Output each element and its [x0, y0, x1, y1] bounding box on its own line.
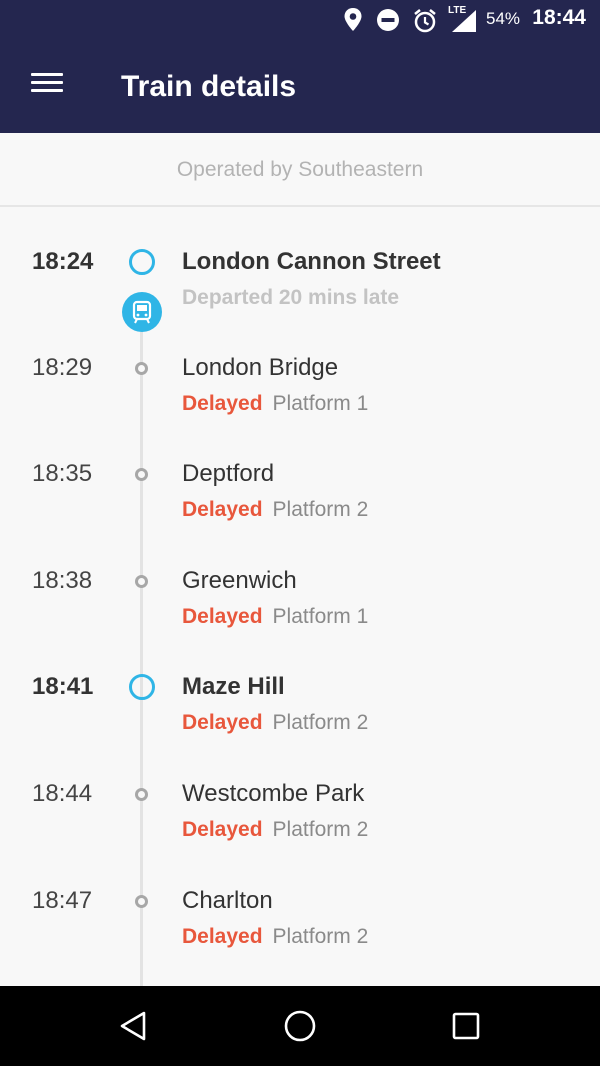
major-stop-marker [129, 249, 155, 275]
platform-label: Platform 2 [272, 925, 369, 948]
stop-row[interactable]: 18:41 Maze Hill Delayed Platform 2 [0, 673, 600, 773]
stop-name: London Cannon Street [182, 248, 441, 275]
stop-row[interactable]: 18:47 Charlton Delayed Platform 2 [0, 887, 600, 987]
stop-name: London Bridge [182, 354, 339, 381]
platform-label: Platform 2 [272, 498, 369, 521]
do-not-disturb-icon [377, 9, 399, 31]
minor-stop-marker [135, 788, 148, 801]
minor-stop-marker [135, 468, 148, 481]
stop-name: Maze Hill [182, 673, 285, 700]
operator-label: Operated by Southeastern [0, 133, 600, 207]
major-stop-marker [129, 674, 155, 700]
minor-stop-marker [135, 895, 148, 908]
platform-label: Platform 2 [272, 711, 369, 734]
minor-stop-marker [135, 362, 148, 375]
recents-icon[interactable] [446, 1006, 486, 1046]
stop-name: Charlton [182, 887, 273, 914]
status-bar: LTE 54% 18:44 [0, 0, 600, 40]
stop-status-line: Departed 20 mins late [182, 286, 399, 310]
delay-status: Delayed [182, 392, 263, 415]
stop-row[interactable]: 18:24 London Cannon Street Departed 20 m… [0, 248, 600, 348]
signal-icon [452, 10, 476, 32]
stop-time: 18:24 [32, 248, 94, 275]
stop-row[interactable]: 18:38 Greenwich Delayed Platform 1 [0, 567, 600, 667]
stop-time: 18:29 [32, 354, 93, 381]
home-icon[interactable] [280, 1006, 320, 1046]
stop-row[interactable]: 18:44 Westcombe Park Delayed Platform 2 [0, 780, 600, 880]
stop-time: 18:41 [32, 673, 94, 700]
stop-row[interactable]: 18:35 Deptford Delayed Platform 2 [0, 460, 600, 560]
stop-name: Greenwich [182, 567, 297, 594]
stop-time: 18:47 [32, 887, 93, 914]
departure-status: Departed 20 mins late [182, 286, 400, 309]
back-icon[interactable] [114, 1006, 154, 1046]
train-icon [122, 292, 162, 332]
stop-row[interactable]: 18:29 London Bridge Delayed Platform 1 [0, 354, 600, 454]
stop-status-line: Delayed Platform 1 [182, 392, 368, 416]
system-nav-bar [0, 986, 600, 1066]
app-bar: Train details [0, 40, 600, 133]
alarm-icon [414, 9, 436, 33]
stop-time: 18:35 [32, 460, 93, 487]
stop-status-line: Delayed Platform 2 [182, 711, 368, 735]
status-time: 18:44 [532, 6, 586, 29]
stop-name: Deptford [182, 460, 275, 487]
stop-status-line: Delayed Platform 2 [182, 818, 368, 842]
delay-status: Delayed [182, 818, 263, 841]
delay-status: Delayed [182, 605, 263, 628]
hamburger-menu-icon[interactable] [22, 68, 70, 108]
stop-time: 18:38 [32, 567, 93, 594]
delay-status: Delayed [182, 711, 263, 734]
delay-status: Delayed [182, 925, 263, 948]
delay-status: Delayed [182, 498, 263, 521]
location-icon [344, 8, 362, 31]
stop-status-line: Delayed Platform 2 [182, 498, 368, 522]
battery-percent: 54% [486, 9, 521, 28]
page-title: Train details [121, 70, 297, 103]
stop-time: 18:44 [32, 780, 93, 807]
stop-name: Westcombe Park [182, 780, 365, 807]
stop-status-line: Delayed Platform 1 [182, 605, 368, 629]
platform-label: Platform 1 [272, 392, 369, 415]
minor-stop-marker [135, 575, 148, 588]
stop-status-line: Delayed Platform 2 [182, 925, 368, 949]
platform-label: Platform 2 [272, 818, 369, 841]
platform-label: Platform 1 [272, 605, 369, 628]
